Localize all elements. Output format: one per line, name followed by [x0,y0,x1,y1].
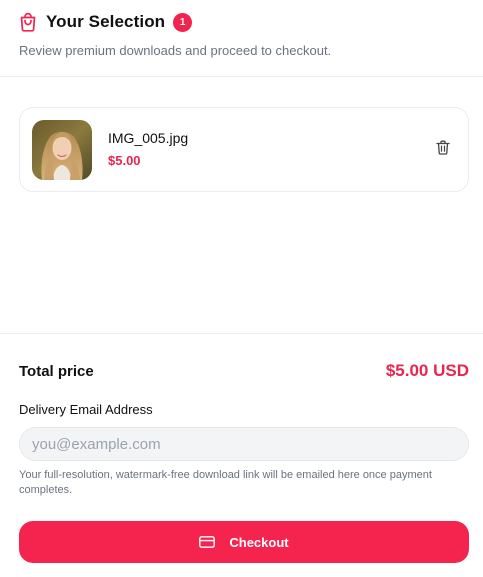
email-label: Delivery Email Address [19,402,153,417]
shopping-bag-icon [19,12,37,32]
total-price-label: Total price [19,363,94,380]
cart-item: IMG_005.jpg $5.00 [19,107,469,192]
item-thumbnail[interactable] [32,120,92,180]
trash-icon [436,140,450,160]
page-subtitle: Review premium downloads and proceed to … [19,43,332,58]
remove-item-button[interactable] [434,140,452,160]
selection-header: Your Selection 1 Review premium download… [0,0,483,77]
checkout-button-label: Checkout [229,534,289,550]
item-name: IMG_005.jpg [108,130,189,146]
title-row: Your Selection 1 [19,11,193,33]
credit-card-icon [199,536,216,548]
item-count-badge: 1 [173,12,193,32]
email-helper-text: Your full-resolution, watermark-free dow… [19,469,432,496]
item-price: $5.00 [108,153,141,168]
page-title: Your Selection [46,12,166,31]
checkout-button[interactable]: Checkout [19,521,469,563]
total-price-value: $5.00 USD [385,361,469,380]
email-input[interactable] [19,427,469,461]
checkout-footer: Total price $5.00 USD Delivery Email Add… [0,333,483,577]
